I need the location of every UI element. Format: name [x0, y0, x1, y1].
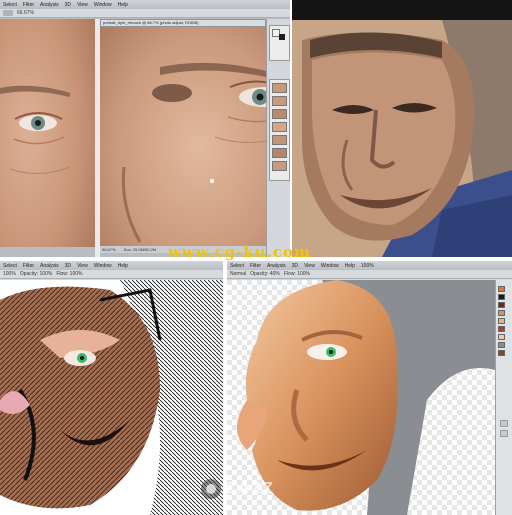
scroll-down-icon[interactable] [500, 430, 508, 437]
brand-watermark: ZAZZ [200, 478, 275, 500]
menu-help[interactable]: Help [118, 263, 128, 269]
panel-dock [266, 19, 290, 257]
face-photo-right [100, 27, 266, 246]
swatch-red[interactable] [498, 326, 505, 332]
options-bar-2: 100% Opacity: 100% Flow: 100% [0, 270, 223, 279]
flow-field[interactable]: Flow: 100% [56, 271, 82, 277]
doc-size-status: Doc: 25.0M/50.2M [123, 247, 157, 252]
menu-bar-2: Select Filter Analysis 3D View Window He… [0, 261, 223, 270]
menu-window[interactable]: Window [94, 263, 112, 269]
color-swatch-panel[interactable] [269, 25, 290, 61]
doc-tab-active[interactable]: portrait_dyre_retouch @ 66.7% (photo adj… [100, 19, 266, 27]
tool-preset-icon[interactable] [3, 10, 13, 16]
swatch-gray[interactable] [498, 342, 505, 348]
opacity-field[interactable]: Opacity: 40% [250, 271, 280, 277]
menu-window[interactable]: Window [321, 263, 339, 269]
tile-divider-vertical [223, 261, 227, 515]
menu-help[interactable]: Help [118, 2, 128, 8]
doc-window-left [0, 19, 95, 247]
menu-view[interactable]: View [304, 263, 315, 269]
menu-help[interactable]: Help [345, 263, 355, 269]
swatch-maroon[interactable] [498, 302, 505, 308]
brand-logo-icon [201, 479, 221, 499]
menu-select[interactable]: Select [3, 2, 17, 8]
site-watermark: www.cg-ku.com [168, 243, 311, 261]
doc-window-right [100, 27, 266, 246]
cursor-icon [210, 179, 214, 183]
lineart-coloring-panel: Select Filter Analysis 3D View Window He… [0, 261, 223, 515]
flow-field[interactable]: Flow: 100% [284, 271, 310, 277]
menu-filter[interactable]: Filter [250, 263, 261, 269]
blend-mode-select[interactable]: Normal [230, 271, 246, 277]
swatch-peach[interactable] [498, 334, 505, 340]
options-bar: 66.67% [0, 9, 290, 18]
posterized-portrait [292, 0, 512, 257]
menu-analysis[interactable]: Analysis [40, 2, 59, 8]
menu-view[interactable]: View [77, 263, 88, 269]
layers-panel[interactable] [269, 79, 290, 181]
menu-3d[interactable]: 3D [65, 2, 71, 8]
scroll-up-icon[interactable] [500, 420, 508, 427]
menu-view[interactable]: View [77, 2, 88, 8]
zoom-readout-2[interactable]: 100% [3, 271, 16, 277]
swatch-orange[interactable] [498, 286, 505, 292]
menu-analysis[interactable]: Analysis [267, 263, 286, 269]
swatch-tan[interactable] [498, 310, 505, 316]
swatch-brown[interactable] [498, 350, 505, 356]
ink-face-artwork [0, 280, 223, 515]
menu-analysis[interactable]: Analysis [40, 263, 59, 269]
brand-watermark-text: ZAZZ [226, 480, 275, 497]
menu-bar: Select Filter Analysis 3D View Window He… [0, 0, 290, 9]
options-bar-3: Normal Opacity: 40% Flow: 100% [227, 270, 512, 279]
opacity-field[interactable]: Opacity: 100% [20, 271, 53, 277]
menu-window[interactable]: Window [94, 2, 112, 8]
menu-filter[interactable]: Filter [23, 263, 34, 269]
paint-face-panel: Select Filter Analysis 3D View Window He… [227, 261, 512, 515]
zoom-status: 66.67% [102, 247, 116, 252]
zoom-readout[interactable]: 66.67% [17, 10, 34, 16]
zoom-readout-3[interactable]: 100% [361, 263, 374, 269]
menu-select[interactable]: Select [3, 263, 17, 269]
swatches-panel [495, 280, 512, 515]
menu-select[interactable]: Select [230, 263, 244, 269]
portrait-artwork [292, 0, 512, 257]
swatch-black[interactable] [498, 294, 505, 300]
menu-filter[interactable]: Filter [23, 2, 34, 8]
face-photo-left [0, 19, 95, 247]
photo-retouch-panel: Select Filter Analysis 3D View Window He… [0, 0, 290, 257]
swatch-skin[interactable] [498, 318, 505, 324]
menu-bar-3: Select Filter Analysis 3D View Window He… [227, 261, 512, 270]
menu-3d[interactable]: 3D [292, 263, 298, 269]
canvas-area [0, 280, 223, 515]
menu-3d[interactable]: 3D [65, 263, 71, 269]
